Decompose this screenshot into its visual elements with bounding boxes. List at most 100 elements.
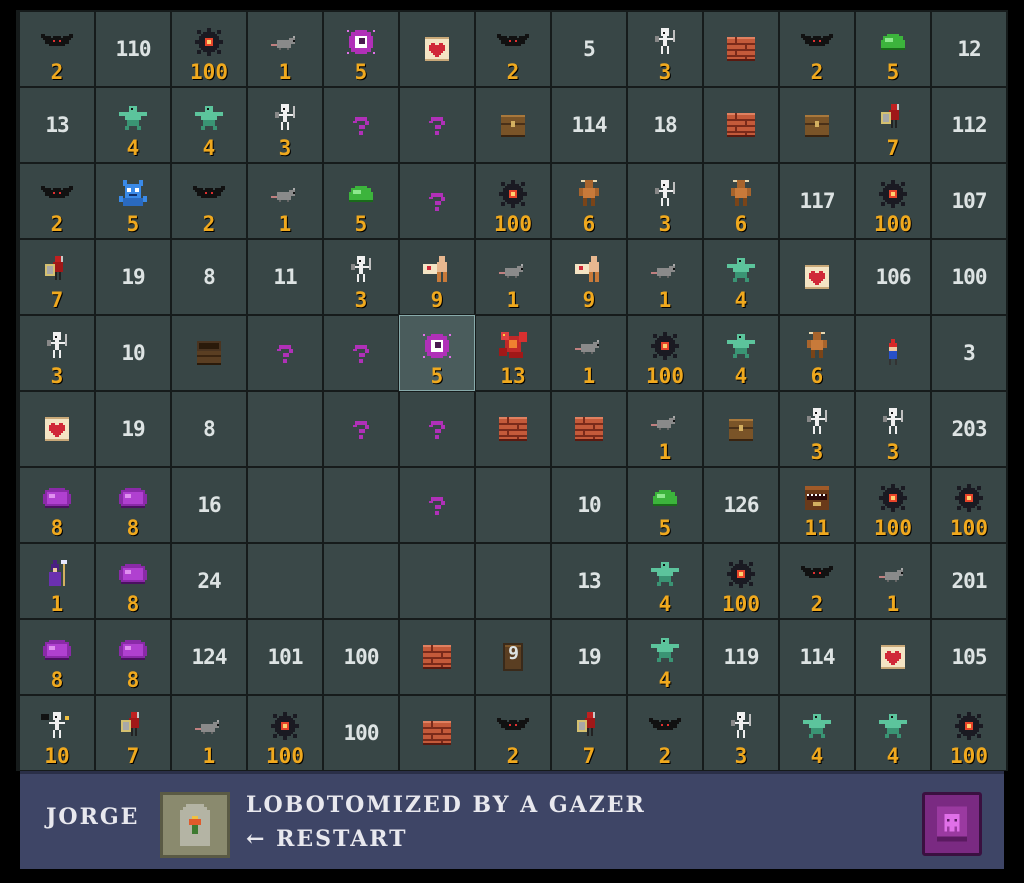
tile[interactable]: 2 xyxy=(20,164,94,238)
tile[interactable]: 124 xyxy=(172,620,246,694)
tile[interactable]: 3 xyxy=(20,316,94,390)
tile[interactable]: 112 xyxy=(932,88,1006,162)
tile[interactable]: 4 xyxy=(704,316,778,390)
tile[interactable] xyxy=(324,392,398,466)
tile[interactable]: 1 xyxy=(172,696,246,770)
tile[interactable]: 9 xyxy=(476,620,550,694)
tile[interactable]: 114 xyxy=(552,88,626,162)
tile[interactable]: 5 xyxy=(324,164,398,238)
tile[interactable]: 100 xyxy=(932,240,1006,314)
tile[interactable] xyxy=(780,240,854,314)
tile[interactable]: 100 xyxy=(932,468,1006,542)
tile[interactable]: 5 xyxy=(628,468,702,542)
tile[interactable]: 101 xyxy=(248,620,322,694)
tile[interactable]: 4 xyxy=(628,544,702,618)
tile[interactable]: 9 xyxy=(400,240,474,314)
tile[interactable] xyxy=(324,88,398,162)
tile[interactable]: 6 xyxy=(780,316,854,390)
tile[interactable] xyxy=(400,696,474,770)
tile[interactable]: 100 xyxy=(856,468,930,542)
tile[interactable]: 3 xyxy=(248,88,322,162)
monster-book-icon[interactable] xyxy=(922,792,982,856)
tile[interactable] xyxy=(400,12,474,86)
tile[interactable]: 3 xyxy=(628,12,702,86)
tile[interactable]: 8 xyxy=(20,468,94,542)
tile[interactable]: 2 xyxy=(20,12,94,86)
tile[interactable]: 2 xyxy=(780,12,854,86)
tile[interactable] xyxy=(248,316,322,390)
tile[interactable] xyxy=(856,620,930,694)
tile[interactable]: 13 xyxy=(552,544,626,618)
tile[interactable] xyxy=(400,392,474,466)
tile[interactable]: 100 xyxy=(856,164,930,238)
tile[interactable] xyxy=(248,392,322,466)
tile[interactable]: 100 xyxy=(476,164,550,238)
tile[interactable]: 3 xyxy=(628,164,702,238)
tile[interactable]: 12 xyxy=(932,12,1006,86)
tile[interactable]: 3 xyxy=(780,392,854,466)
tile[interactable]: 13 xyxy=(476,316,550,390)
tile[interactable]: 18 xyxy=(628,88,702,162)
tile[interactable] xyxy=(400,164,474,238)
tile[interactable]: 5 xyxy=(552,12,626,86)
tile[interactable]: 1 xyxy=(476,240,550,314)
tile[interactable] xyxy=(780,88,854,162)
tile[interactable] xyxy=(856,316,930,390)
tile[interactable] xyxy=(476,544,550,618)
tile[interactable]: 4 xyxy=(96,88,170,162)
tile[interactable]: 5 xyxy=(324,12,398,86)
tile[interactable] xyxy=(324,468,398,542)
tile[interactable]: 4 xyxy=(172,88,246,162)
tile[interactable] xyxy=(248,468,322,542)
tile[interactable]: 119 xyxy=(704,620,778,694)
tile[interactable]: 4 xyxy=(856,696,930,770)
restart-button[interactable]: ← RESTART xyxy=(246,826,408,852)
tile[interactable]: 1 xyxy=(856,544,930,618)
tile[interactable]: 106 xyxy=(856,240,930,314)
tile[interactable]: 100 xyxy=(324,696,398,770)
tile[interactable]: 6 xyxy=(704,164,778,238)
tile[interactable] xyxy=(400,468,474,542)
tile[interactable]: 2 xyxy=(780,544,854,618)
tile[interactable]: 19 xyxy=(96,392,170,466)
tile[interactable]: 19 xyxy=(96,240,170,314)
tile[interactable]: 126 xyxy=(704,468,778,542)
tile[interactable]: 8 xyxy=(96,468,170,542)
tile[interactable] xyxy=(704,88,778,162)
tile[interactable]: 10 xyxy=(96,316,170,390)
tile[interactable]: 11 xyxy=(780,468,854,542)
tile[interactable] xyxy=(248,544,322,618)
tile[interactable]: 201 xyxy=(932,544,1006,618)
tile[interactable]: 114 xyxy=(780,620,854,694)
tile[interactable]: 1 xyxy=(628,240,702,314)
tile[interactable]: 7 xyxy=(96,696,170,770)
tile[interactable] xyxy=(400,88,474,162)
tile[interactable]: 2 xyxy=(172,164,246,238)
tile[interactable]: 24 xyxy=(172,544,246,618)
tile[interactable]: 2 xyxy=(628,696,702,770)
tile[interactable] xyxy=(324,544,398,618)
tile[interactable]: 3 xyxy=(324,240,398,314)
tile[interactable]: 8 xyxy=(96,620,170,694)
tile[interactable]: 16 xyxy=(172,468,246,542)
tile[interactable]: 8 xyxy=(172,392,246,466)
tile[interactable]: 2 xyxy=(476,12,550,86)
tile[interactable] xyxy=(400,620,474,694)
tile[interactable]: 1 xyxy=(248,164,322,238)
tile[interactable] xyxy=(476,392,550,466)
tile[interactable]: 13 xyxy=(20,88,94,162)
tile[interactable]: 3 xyxy=(932,316,1006,390)
tile[interactable]: 4 xyxy=(780,696,854,770)
tile[interactable]: 11 xyxy=(248,240,322,314)
tile[interactable]: 8 xyxy=(96,544,170,618)
tile[interactable]: 100 xyxy=(248,696,322,770)
tile[interactable]: 1 xyxy=(552,316,626,390)
tile[interactable]: 100 xyxy=(324,620,398,694)
tile[interactable] xyxy=(704,392,778,466)
tile[interactable]: 203 xyxy=(932,392,1006,466)
tile[interactable]: 4 xyxy=(704,240,778,314)
tile[interactable]: 117 xyxy=(780,164,854,238)
tile[interactable] xyxy=(324,316,398,390)
tile[interactable] xyxy=(20,392,94,466)
tile[interactable]: 3 xyxy=(704,696,778,770)
